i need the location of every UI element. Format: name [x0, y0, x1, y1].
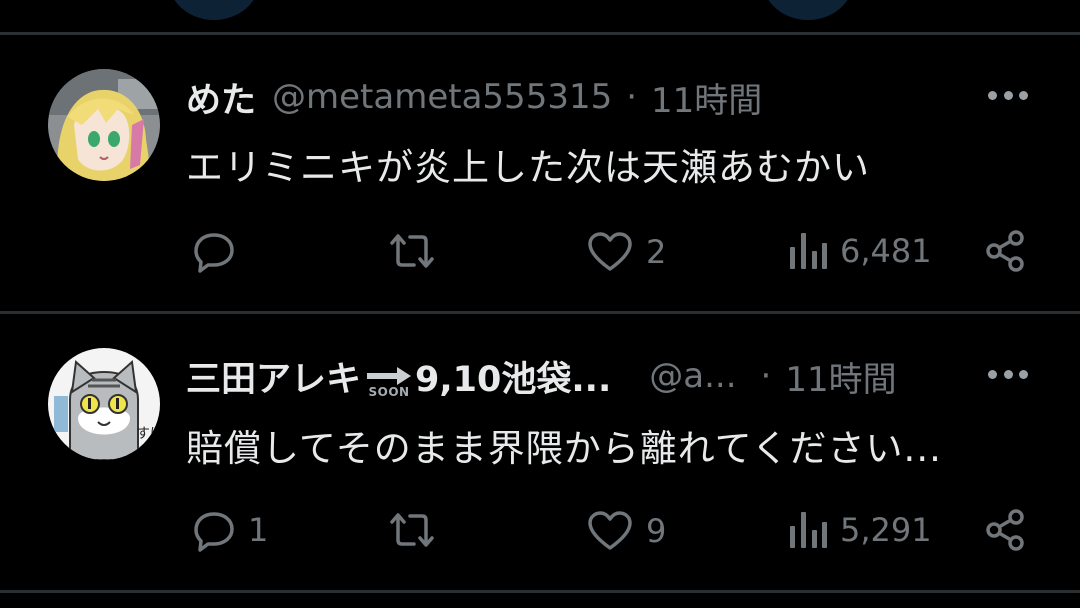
more-icon[interactable]	[988, 91, 1028, 103]
tweet-header: 三田アレキ SOON 9,10池袋... @a... · 11時間	[186, 351, 897, 401]
like-count: 9	[646, 512, 667, 550]
handle[interactable]: @metameta555315	[272, 77, 612, 117]
tweet-header: めた @metameta555315 · 11時間	[186, 72, 762, 122]
retweet-icon	[390, 513, 434, 547]
display-name[interactable]: めた	[186, 72, 256, 123]
tweet[interactable]: めた @metameta555315 · 11時間 エリミニキが炎上した次は天瀬…	[0, 35, 1080, 311]
share-icon	[986, 509, 1024, 551]
tweet[interactable]: すげ 三田アレキ SOON 9,10池袋... @a... · 11時間 賠償し…	[0, 314, 1080, 590]
views-icon	[790, 233, 827, 269]
reply-count: 1	[248, 511, 269, 549]
soon-label: SOON	[368, 385, 410, 399]
svg-text:すげ: すげ	[136, 426, 160, 442]
like-button[interactable]: 9	[586, 510, 666, 552]
reply-button[interactable]	[188, 229, 248, 273]
retweet-button[interactable]	[386, 510, 450, 550]
reply-icon	[194, 233, 234, 273]
retweet-button[interactable]	[386, 231, 450, 271]
share-button[interactable]	[984, 508, 1028, 552]
soon-arrow-icon: SOON	[365, 365, 413, 399]
like-button[interactable]: 2	[586, 231, 666, 273]
separator-dot: ·	[760, 356, 772, 396]
views-button[interactable]: 5,291	[788, 510, 932, 550]
avatar[interactable]	[48, 69, 160, 181]
display-name-suffix[interactable]: 9,10池袋...	[415, 351, 611, 402]
previous-tweet-action-circle-left	[168, 0, 260, 20]
retweet-icon	[390, 234, 434, 268]
display-name[interactable]: 三田アレキ	[186, 351, 361, 402]
like-icon	[588, 511, 632, 550]
handle[interactable]: @a...	[649, 356, 736, 396]
previous-tweet-action-circle-right	[762, 0, 854, 20]
views-icon	[790, 512, 827, 548]
avatar[interactable]: すげ	[48, 348, 160, 460]
like-count: 2	[646, 233, 667, 271]
divider	[0, 590, 1080, 593]
timestamp[interactable]: 11時間	[651, 73, 762, 122]
tweet-text: 賠償してそのまま界隈から離れてください...	[186, 427, 942, 470]
views-button[interactable]: 6,481	[788, 231, 932, 271]
tweet-text: エリミニキが炎上した次は天瀬あむかい	[186, 146, 870, 189]
view-count: 6,481	[840, 232, 932, 270]
like-icon	[588, 232, 632, 271]
more-icon[interactable]	[988, 370, 1028, 382]
view-count: 5,291	[840, 511, 932, 549]
reply-icon	[194, 512, 234, 552]
reply-button[interactable]: 1	[188, 508, 268, 552]
timestamp[interactable]: 11時間	[785, 352, 896, 401]
share-icon	[986, 230, 1024, 272]
share-button[interactable]	[984, 229, 1028, 273]
separator-dot: ·	[626, 77, 638, 117]
